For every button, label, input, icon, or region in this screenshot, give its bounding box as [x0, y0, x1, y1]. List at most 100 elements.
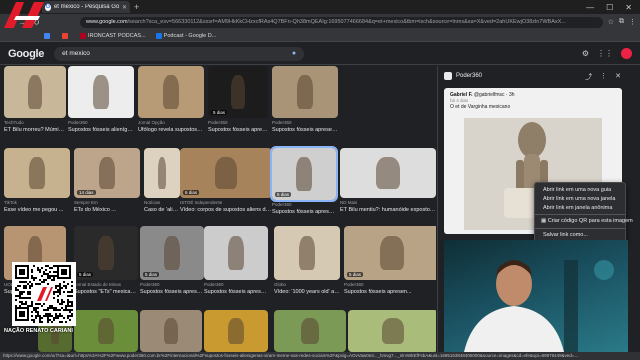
ctx-open-incognito[interactable]: Abrir link em janela anônima [535, 203, 625, 212]
result-source[interactable]: ISTOÉ Independente [180, 200, 222, 205]
result-thumbnail[interactable]: 5 dias [270, 146, 338, 202]
result-source[interactable]: Notícias [144, 200, 160, 205]
result-caption[interactable]: Supostos fósseis apresen... [344, 289, 436, 295]
result-caption[interactable]: Supostos fósseis apresen... [272, 209, 336, 215]
result-source[interactable]: Poder360 [140, 282, 160, 287]
result-thumbnail[interactable] [138, 66, 204, 118]
result-thumbnail[interactable] [348, 310, 436, 352]
result-caption[interactable]: Supostos fósseis apresentados como ... [204, 289, 268, 295]
image-result[interactable] [74, 310, 138, 352]
bookmark-item[interactable] [44, 32, 52, 39]
image-result[interactable]: TechTudo ET Bilu morreu? Múmia de ET... [4, 66, 66, 136]
result-thumbnail[interactable] [4, 148, 70, 198]
image-result[interactable]: Notícias Caso de 'alienígenas' mumificad.… [144, 148, 180, 216]
image-result[interactable]: Globo Vídeo: '1000 years old' alien corps… [274, 226, 340, 298]
image-result[interactable] [204, 310, 268, 352]
ctx-open-new-window[interactable]: Abrir link em uma nova janela [535, 194, 625, 203]
result-source[interactable]: Poder360 [344, 282, 364, 287]
result-source[interactable]: Globo [274, 282, 286, 287]
result-caption[interactable]: Caso de 'alienígenas' mumificad... [144, 207, 180, 213]
result-caption[interactable]: ET Bilu mentiu?: humanóide exposto p... [340, 207, 436, 213]
minimize-icon[interactable]: — [586, 3, 594, 12]
image-result[interactable]: 5 dias Jornal Estado de Minas Supostos "ET… [74, 226, 138, 298]
result-thumbnail[interactable] [272, 66, 338, 118]
result-caption[interactable]: Ufólogo revela supostos corpos de ETs de… [138, 127, 204, 133]
result-source[interactable]: Poder360 [272, 120, 292, 125]
result-caption[interactable]: Supostos fósseis apresentados como ... [272, 127, 338, 133]
more-icon[interactable]: ⋮ [600, 72, 607, 82]
result-thumbnail[interactable] [204, 310, 268, 352]
result-thumbnail[interactable] [204, 226, 268, 280]
image-result[interactable]: Jornal Opção Ufólogo revela supostos corp… [138, 66, 204, 136]
close-window-icon[interactable]: ✕ [625, 3, 632, 12]
tab-active[interactable]: G et mexico - Pesquisa Google ✕ [42, 1, 130, 13]
result-source[interactable]: Sempre Em [74, 200, 98, 205]
image-result[interactable] [140, 310, 202, 352]
result-thumbnail[interactable] [74, 310, 138, 352]
image-result[interactable]: Poder360 Supostos fósseis alienígenas... [68, 66, 134, 136]
search-input[interactable]: et mexico ● [54, 46, 305, 61]
image-result[interactable]: Poder360 Supostos fósseis apresentados co… [272, 66, 338, 136]
result-source[interactable]: Poder360 [204, 282, 224, 287]
result-thumbnail[interactable]: 6 dias [180, 148, 272, 198]
star-icon[interactable]: ☆ [608, 18, 614, 26]
bookmark-item[interactable] [62, 32, 70, 39]
result-thumbnail[interactable] [274, 310, 346, 352]
image-result[interactable]: ND Mais ET Bilu mentiu?: humanóide expost… [340, 148, 436, 216]
result-thumbnail[interactable] [274, 226, 340, 280]
ctx-create-qr[interactable]: ▦ Criar código QR para esta imagem [535, 214, 633, 226]
settings-icon[interactable]: ⚙ [582, 49, 589, 58]
image-result[interactable]: 5 dias Poder360 Supostos fósseis apresenta… [208, 66, 268, 136]
avatar[interactable] [621, 48, 632, 59]
google-logo[interactable]: Google [8, 48, 44, 60]
apps-icon[interactable]: ⋮⋮ [597, 49, 613, 58]
result-thumbnail[interactable] [144, 148, 180, 198]
result-source[interactable]: Poder360 [208, 120, 228, 125]
result-source[interactable]: Jornal Estado de Minas [74, 282, 121, 287]
result-thumbnail[interactable] [68, 66, 134, 118]
result-caption[interactable]: Vídeo: corpos de supostos aliens de 1... [180, 207, 272, 213]
result-caption[interactable]: Vídeo: '1000 years old' alien corpses' s… [274, 289, 340, 295]
close-tab-icon[interactable]: ✕ [122, 4, 127, 11]
result-source[interactable]: Poder360 [272, 202, 292, 207]
result-caption[interactable]: ET Bilu morreu? Múmia de ET... [4, 127, 66, 133]
image-result[interactable]: 6 dias ISTOÉ Independente Vídeo: corpos de… [180, 148, 272, 216]
result-caption[interactable]: Supostos fósseis apresentados como ... [208, 127, 268, 133]
result-thumbnail[interactable]: 5 dias [208, 66, 268, 118]
result-source[interactable]: TechTudo [4, 120, 24, 125]
extensions-icon[interactable]: ⧉ [619, 18, 624, 26]
result-thumbnail[interactable]: 5 dias [140, 226, 204, 280]
maximize-icon[interactable]: ☐ [606, 3, 613, 12]
bookmark-item[interactable]: Podcast - Google D... [155, 32, 216, 39]
image-result[interactable]: Poder360 Supostos fósseis apresentados co… [204, 226, 268, 298]
image-result[interactable] [274, 310, 346, 352]
result-caption[interactable]: Esse vídeo me pegou ... [4, 207, 70, 213]
result-thumbnail[interactable]: 5 dias [74, 226, 138, 280]
result-thumbnail[interactable]: 5 dias [344, 226, 436, 280]
result-caption[interactable]: ETs do México ... [74, 207, 140, 213]
result-source[interactable]: Poder360 [68, 120, 88, 125]
result-thumbnail[interactable] [140, 310, 202, 352]
result-thumbnail[interactable] [4, 66, 66, 118]
result-caption[interactable]: Supostos fósseis apresen... [140, 289, 204, 295]
close-panel-icon[interactable]: ✕ [615, 72, 621, 82]
image-result[interactable]: 14 dias Sempre Em ETs do México ... [74, 148, 140, 216]
result-caption[interactable]: Supostos fósseis alienígenas... [68, 127, 134, 133]
result-source[interactable]: Jornal Opção [138, 120, 165, 125]
image-result[interactable]: 5 dias Poder360 Supostos fósseis apresen..… [270, 146, 338, 218]
result-thumbnail[interactable] [340, 148, 436, 198]
ctx-open-new-tab[interactable]: Abrir link em uma nova guia [535, 185, 625, 194]
image-result[interactable]: 5 dias Poder360 Supostos fósseis apresen..… [140, 226, 204, 298]
bookmark-item[interactable]: IRONCAST PODCAS... [80, 32, 146, 39]
share-icon[interactable]: ⤴ [585, 72, 592, 82]
image-result[interactable]: 5 dias Poder360 Supostos fósseis apresen..… [344, 226, 436, 298]
image-result[interactable] [348, 310, 436, 352]
menu-icon[interactable]: ⋮ [629, 18, 636, 26]
panel-source[interactable]: Poder360 [444, 72, 482, 80]
result-source[interactable]: TikTok [4, 200, 17, 205]
result-source[interactable]: ND Mais [340, 200, 357, 205]
result-thumbnail[interactable]: 14 dias [74, 148, 140, 198]
image-result[interactable]: TikTok Esse vídeo me pegou ... [4, 148, 70, 216]
new-tab-icon[interactable]: + [134, 2, 139, 12]
ctx-save-link[interactable]: Salvar link como... [535, 227, 625, 240]
